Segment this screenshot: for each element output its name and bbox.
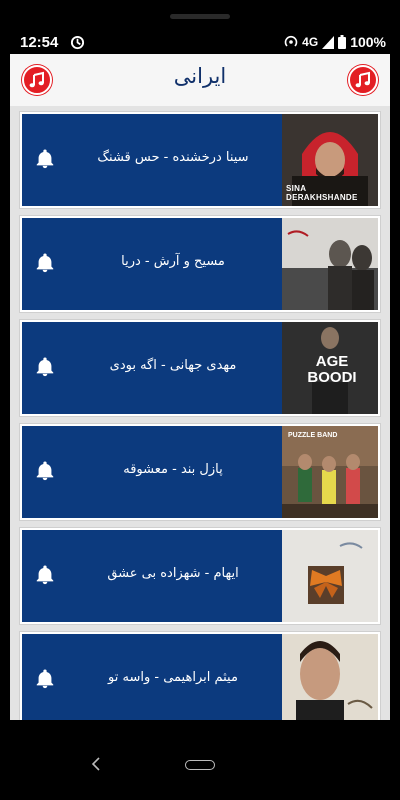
- song-title: ایهام - شهزاده بی عشق: [107, 566, 239, 581]
- album-cover: [282, 530, 378, 622]
- home-button[interactable]: [185, 760, 215, 770]
- app-header: ایرانی: [10, 54, 390, 106]
- battery-label: 100%: [350, 34, 386, 50]
- album-cover: SINA DERAKHSHANDE: [282, 114, 378, 206]
- camera-pill: [170, 14, 230, 19]
- app-screen: ایرانی سینا درخشنده - حس قشنگ SINA DERAK…: [10, 54, 390, 720]
- song-panel: پازل بند - معشوقه: [22, 426, 282, 518]
- music-note-icon: [355, 71, 370, 88]
- song-title: میثم ابراهیمی - واسه تو: [108, 670, 238, 685]
- battery-icon: [338, 35, 347, 49]
- sync-icon: [70, 35, 85, 50]
- status-time: 12:54: [20, 34, 59, 51]
- bell-icon[interactable]: [34, 252, 56, 274]
- song-panel: سینا درخشنده - حس قشنگ: [22, 114, 282, 206]
- cover-text: PUZZLE BAND: [288, 432, 338, 439]
- song-title: مهدی جهانی - اگه بودی: [109, 358, 237, 373]
- hotspot-icon: [284, 35, 298, 47]
- bell-icon[interactable]: [34, 564, 56, 586]
- song-panel: مسیح و آرش - دریا: [22, 218, 282, 310]
- album-cover: [282, 634, 378, 720]
- song-title: سینا درخشنده - حس قشنگ: [97, 150, 249, 165]
- status-bar: 12:54 4G 100%: [0, 0, 400, 54]
- song-title: مسیح و آرش - دریا: [121, 254, 225, 269]
- song-item[interactable]: مسیح و آرش - دریا: [20, 216, 380, 312]
- bell-icon[interactable]: [34, 148, 56, 170]
- song-item[interactable]: مهدی جهانی - اگه بودی AGE BOODI: [20, 320, 380, 416]
- song-list: سینا درخشنده - حس قشنگ SINA DERAKHSHANDE…: [20, 112, 380, 720]
- network-label: 4G: [302, 35, 319, 49]
- album-cover: AGE BOODI: [282, 322, 378, 414]
- bell-icon[interactable]: [34, 668, 56, 690]
- navigation-bar: [0, 720, 400, 800]
- song-item[interactable]: ایهام - شهزاده بی عشق: [20, 528, 380, 624]
- album-cover: PUZZLE BAND: [282, 426, 378, 518]
- page-title: ایرانی: [173, 64, 227, 88]
- signal-icon: [322, 35, 335, 49]
- song-panel: مهدی جهانی - اگه بودی: [22, 322, 282, 414]
- cover-text: AGE BOODI: [307, 353, 357, 386]
- cover-text: SINA DERAKHSHANDE: [286, 184, 358, 202]
- bell-icon[interactable]: [34, 356, 56, 378]
- album-cover: [282, 218, 378, 310]
- bell-icon[interactable]: [34, 460, 56, 482]
- song-item[interactable]: پازل بند - معشوقه PUZZLE BAND: [20, 424, 380, 520]
- song-panel: میثم ابراهیمی - واسه تو: [22, 634, 282, 720]
- music-button-right[interactable]: [348, 65, 378, 95]
- song-panel: ایهام - شهزاده بی عشق: [22, 530, 282, 622]
- song-item[interactable]: سینا درخشنده - حس قشنگ SINA DERAKHSHANDE: [20, 112, 380, 208]
- song-item[interactable]: میثم ابراهیمی - واسه تو: [20, 632, 380, 720]
- back-icon[interactable]: [90, 756, 102, 772]
- song-title: پازل بند - معشوقه: [123, 462, 223, 477]
